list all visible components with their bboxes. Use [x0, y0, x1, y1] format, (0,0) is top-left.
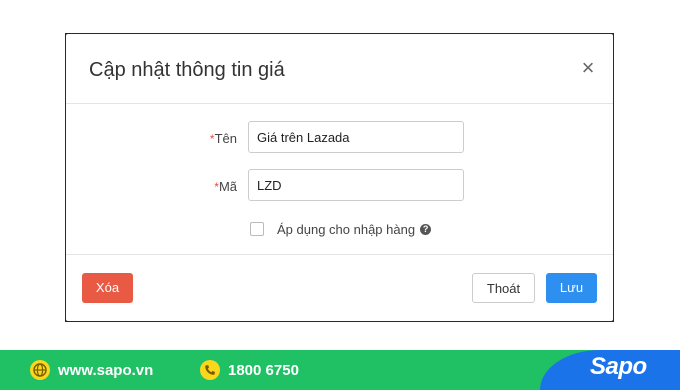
website-text: www.sapo.vn: [58, 361, 154, 379]
sapo-logo: Sapo: [590, 353, 647, 380]
exit-button[interactable]: Thoát: [472, 273, 535, 303]
delete-button[interactable]: Xóa: [82, 273, 133, 303]
code-label: Mã: [218, 179, 237, 194]
phone-icon: [200, 360, 220, 380]
update-price-dialog: Cập nhật thông tin giá × *Tên *Mã Áp dụn…: [66, 34, 613, 321]
apply-import-row: Áp dụng cho nhập hàng ?: [250, 220, 432, 238]
code-label-wrap: *Mã: [214, 178, 237, 196]
phone-item: 1800 6750: [200, 360, 299, 380]
code-row: *Mã: [66, 169, 613, 201]
name-row: *Tên: [66, 121, 613, 153]
name-label-wrap: *Tên: [210, 130, 237, 148]
name-input[interactable]: [248, 121, 464, 153]
code-input[interactable]: [248, 169, 464, 201]
close-icon[interactable]: ×: [576, 56, 600, 80]
website-item: www.sapo.vn: [30, 360, 153, 380]
promo-banner: www.sapo.vn 1800 6750 Sapo: [0, 350, 680, 390]
footer-divider: [66, 254, 613, 255]
name-label: Tên: [214, 131, 237, 146]
phone-text: 1800 6750: [228, 361, 299, 379]
globe-icon: [30, 360, 50, 380]
apply-import-checkbox[interactable]: [250, 222, 264, 236]
question-circle-icon[interactable]: ?: [420, 223, 432, 235]
apply-import-label[interactable]: Áp dụng cho nhập hàng: [277, 222, 415, 237]
save-button[interactable]: Lưu: [546, 273, 597, 303]
dialog-header: Cập nhật thông tin giá ×: [66, 34, 613, 104]
dialog-title: Cập nhật thông tin giá: [89, 59, 285, 81]
